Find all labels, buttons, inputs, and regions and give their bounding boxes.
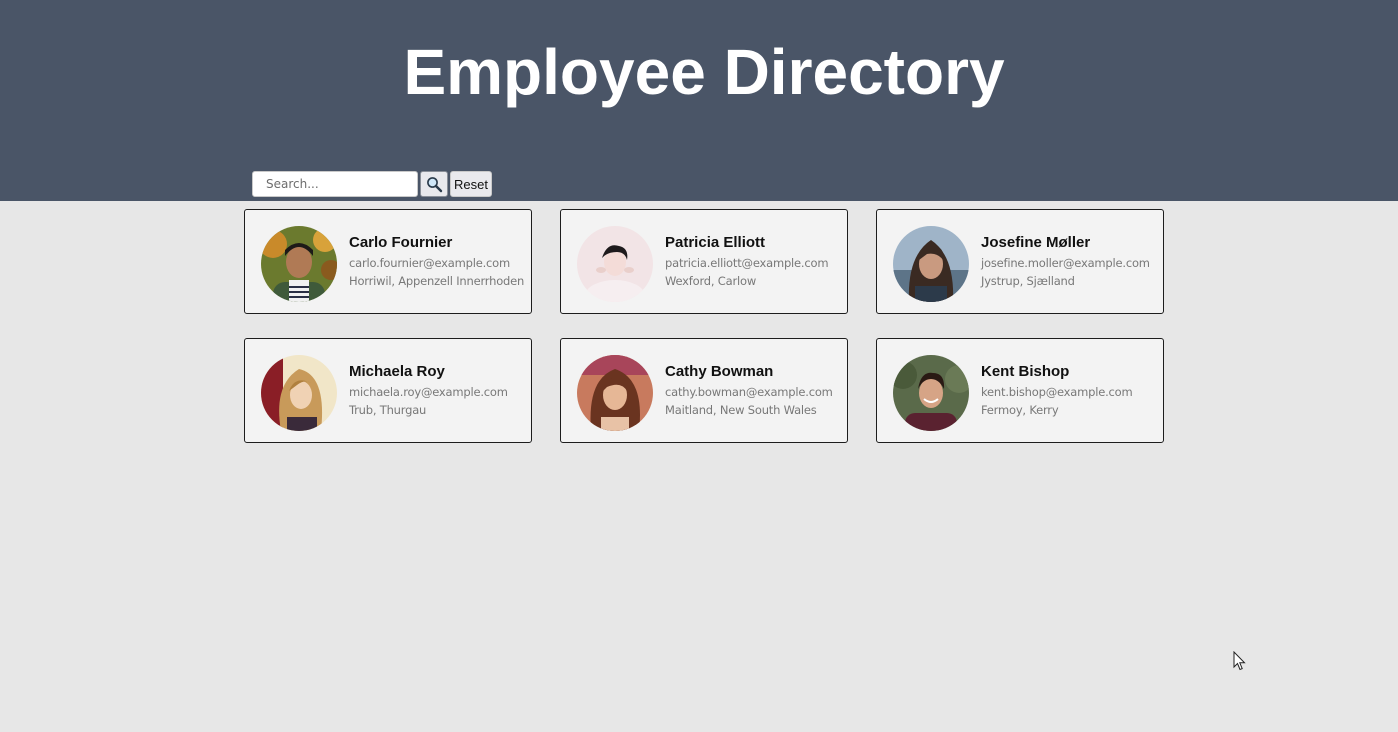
avatar (261, 355, 337, 431)
employee-location: Jystrup, Sjælland (981, 274, 1075, 288)
employee-email: michaela.roy@example.com (349, 385, 508, 399)
employee-location: Wexford, Carlow (665, 274, 757, 288)
employee-email: josefine.moller@example.com (981, 256, 1150, 270)
avatar (893, 355, 969, 431)
employee-info: Josefine Møller josefine.moller@example.… (981, 234, 1161, 290)
page-header: Employee Directory Reset (0, 0, 1398, 201)
employee-location: Fermoy, Kerry (981, 403, 1059, 417)
employee-name: Carlo Fournier (349, 234, 453, 251)
reset-button[interactable]: Reset (450, 171, 492, 197)
employee-name: Cathy Bowman (665, 363, 774, 380)
avatar (577, 226, 653, 302)
employee-card[interactable]: Michaela Roy michaela.roy@example.com Tr… (244, 338, 532, 443)
employee-name: Josefine Møller (981, 234, 1091, 251)
page-title: Employee Directory (403, 36, 1005, 108)
avatar (893, 226, 969, 302)
employee-card[interactable]: Kent Bishop kent.bishop@example.com Ferm… (876, 338, 1164, 443)
search-input[interactable] (252, 171, 418, 197)
avatar (577, 355, 653, 431)
employee-email: kent.bishop@example.com (981, 385, 1133, 399)
employee-card[interactable]: Cathy Bowman cathy.bowman@example.com Ma… (560, 338, 848, 443)
employee-card[interactable]: Carlo Fournier carlo.fournier@example.co… (244, 209, 532, 314)
employee-email: patricia.elliott@example.com (665, 256, 829, 270)
employee-info: Patricia Elliott patricia.elliott@exampl… (665, 234, 845, 290)
search-button[interactable] (420, 171, 448, 197)
employee-email: carlo.fournier@example.com (349, 256, 510, 270)
employee-card[interactable]: Patricia Elliott patricia.elliott@exampl… (560, 209, 848, 314)
employee-location: Maitland, New South Wales (665, 403, 817, 417)
employee-card[interactable]: Josefine Møller josefine.moller@example.… (876, 209, 1164, 314)
employee-info: Cathy Bowman cathy.bowman@example.com Ma… (665, 363, 845, 419)
employee-location: Trub, Thurgau (349, 403, 427, 417)
employee-info: Michaela Roy michaela.roy@example.com Tr… (349, 363, 529, 419)
employee-name: Kent Bishop (981, 363, 1070, 380)
employee-email: cathy.bowman@example.com (665, 385, 833, 399)
mouse-cursor-icon (1233, 650, 1246, 676)
employee-location: Horriwil, Appenzell Innerrhoden (349, 274, 525, 288)
avatar (261, 226, 337, 302)
employee-name: Patricia Elliott (665, 234, 766, 251)
employee-info: Kent Bishop kent.bishop@example.com Ferm… (981, 363, 1161, 419)
employee-info: Carlo Fournier carlo.fournier@example.co… (349, 234, 529, 290)
employee-name: Michaela Roy (349, 363, 445, 380)
